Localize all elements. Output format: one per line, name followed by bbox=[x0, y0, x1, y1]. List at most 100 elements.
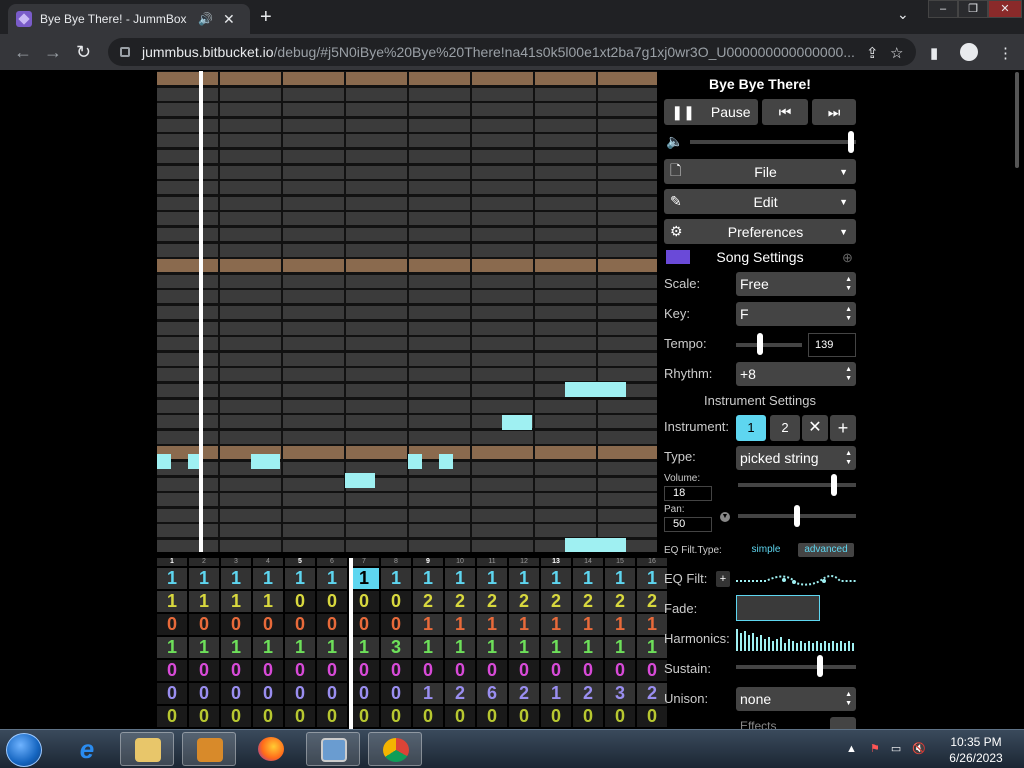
grid-cell[interactable] bbox=[535, 103, 596, 117]
harmonic-bar[interactable] bbox=[736, 629, 738, 651]
grid-cell[interactable] bbox=[346, 259, 407, 273]
volume-input[interactable]: 18 bbox=[664, 486, 712, 501]
grid-cell[interactable] bbox=[157, 243, 218, 257]
grid-cell[interactable] bbox=[346, 212, 407, 226]
grid-cell[interactable] bbox=[598, 321, 657, 335]
harmonic-bar[interactable] bbox=[836, 643, 838, 651]
grid-cell[interactable] bbox=[598, 72, 657, 85]
side-panel-icon[interactable]: ▮ bbox=[930, 44, 938, 62]
harmonic-bar[interactable] bbox=[792, 641, 794, 651]
pattern-cell[interactable]: 0 bbox=[253, 660, 283, 681]
pattern-cell[interactable]: 1 bbox=[605, 568, 635, 589]
clock-time[interactable]: 10:35 PM bbox=[946, 735, 1006, 749]
pattern-cell[interactable]: 0 bbox=[317, 706, 347, 727]
pattern-cell[interactable]: 0 bbox=[349, 614, 379, 635]
eq-add-icon[interactable]: + bbox=[716, 571, 730, 587]
grid-cell[interactable] bbox=[283, 118, 344, 132]
grid-cell[interactable] bbox=[283, 274, 344, 288]
pause-button[interactable]: ❚❚ Pause bbox=[664, 99, 758, 125]
grid-cell[interactable] bbox=[220, 196, 281, 210]
pattern-cell[interactable]: 0 bbox=[317, 591, 347, 612]
grid-cell[interactable] bbox=[409, 415, 470, 429]
fade-envelope-graph[interactable] bbox=[736, 595, 820, 621]
pattern-cell[interactable]: 0 bbox=[285, 683, 315, 704]
grid-cell[interactable] bbox=[535, 290, 596, 304]
grid-cell[interactable] bbox=[535, 243, 596, 257]
grid-cell[interactable] bbox=[535, 352, 596, 366]
harmonic-bar[interactable] bbox=[744, 631, 746, 651]
grid-cell[interactable] bbox=[535, 212, 596, 226]
grid-cell[interactable] bbox=[157, 212, 218, 226]
harmonic-bar[interactable] bbox=[820, 643, 822, 651]
grid-cell[interactable] bbox=[157, 196, 218, 210]
grid-cell[interactable] bbox=[220, 368, 281, 382]
grid-cell[interactable] bbox=[220, 243, 281, 257]
grid-cell[interactable] bbox=[535, 399, 596, 413]
grid-cell[interactable] bbox=[220, 399, 281, 413]
note[interactable] bbox=[565, 538, 626, 552]
next-bar-button[interactable]: ⏭ bbox=[812, 99, 856, 125]
firefox-taskbar-button[interactable] bbox=[244, 732, 298, 766]
tempo-input[interactable]: 139 bbox=[808, 333, 856, 357]
grid-cell[interactable] bbox=[157, 352, 218, 366]
grid-cell[interactable] bbox=[472, 118, 533, 132]
pattern-cell[interactable]: 0 bbox=[317, 614, 347, 635]
harmonic-bar[interactable] bbox=[776, 639, 778, 651]
start-button[interactable] bbox=[6, 733, 42, 767]
pattern-cell[interactable]: 1 bbox=[477, 568, 507, 589]
pattern-cell[interactable]: 1 bbox=[157, 637, 187, 658]
grid-cell[interactable] bbox=[409, 72, 470, 85]
pattern-cell[interactable]: 0 bbox=[157, 660, 187, 681]
grid-cell[interactable] bbox=[409, 306, 470, 319]
pattern-cell[interactable]: 1 bbox=[605, 637, 635, 658]
grid-cell[interactable] bbox=[409, 384, 470, 397]
grid-cell[interactable] bbox=[346, 181, 407, 195]
pattern-cell[interactable]: 0 bbox=[413, 706, 443, 727]
harmonic-bar[interactable] bbox=[756, 637, 758, 651]
grid-cell[interactable] bbox=[472, 87, 533, 101]
grid-cell[interactable] bbox=[283, 306, 344, 319]
bar-number[interactable]: 9 bbox=[413, 558, 443, 566]
grid-cell[interactable] bbox=[346, 524, 407, 538]
grid-cell[interactable] bbox=[220, 415, 281, 429]
grid-cell[interactable] bbox=[220, 103, 281, 117]
grid-cell[interactable] bbox=[409, 274, 470, 288]
grid-cell[interactable] bbox=[157, 259, 218, 273]
grid-cell[interactable] bbox=[409, 118, 470, 132]
grid-cell[interactable] bbox=[409, 134, 470, 148]
harmonic-bar[interactable] bbox=[828, 643, 830, 651]
grid-cell[interactable] bbox=[157, 165, 218, 179]
pattern-cell[interactable]: 1 bbox=[349, 637, 379, 658]
grid-cell[interactable] bbox=[535, 118, 596, 132]
pattern-cell[interactable]: 1 bbox=[221, 637, 251, 658]
master-volume-thumb[interactable] bbox=[848, 131, 855, 153]
pattern-cell[interactable]: 0 bbox=[317, 660, 347, 681]
harmonic-bar[interactable] bbox=[840, 641, 842, 651]
grid-cell[interactable] bbox=[220, 181, 281, 195]
grid-cell[interactable] bbox=[220, 150, 281, 163]
bar-number-ruler[interactable]: 1 2 3 4 5 6 7 8 9 10 11 12 13 14 15 16 bbox=[157, 558, 667, 567]
grid-cell[interactable] bbox=[598, 493, 657, 507]
pattern-cell[interactable]: 2 bbox=[541, 591, 571, 612]
grid-cell[interactable] bbox=[157, 508, 218, 522]
grid-cell[interactable] bbox=[283, 337, 344, 351]
pattern-cell[interactable]: 0 bbox=[157, 614, 187, 635]
grid-cell[interactable] bbox=[472, 196, 533, 210]
pattern-cell[interactable]: 1 bbox=[573, 614, 603, 635]
pattern-cell[interactable]: 0 bbox=[253, 614, 283, 635]
grid-cell[interactable] bbox=[283, 493, 344, 507]
pattern-cell[interactable]: 1 bbox=[317, 568, 347, 589]
grid-cell[interactable] bbox=[220, 274, 281, 288]
note[interactable] bbox=[345, 473, 375, 488]
grid-cell[interactable] bbox=[535, 446, 596, 460]
pattern-cell[interactable]: 0 bbox=[221, 614, 251, 635]
bar-number[interactable]: 4 bbox=[253, 558, 283, 566]
pattern-cell[interactable]: 3 bbox=[605, 683, 635, 704]
restore-window-button[interactable]: ❐ bbox=[958, 0, 988, 18]
harmonic-bar[interactable] bbox=[848, 641, 850, 651]
internet-explorer-taskbar-button[interactable]: e bbox=[60, 732, 114, 766]
grid-cell[interactable] bbox=[409, 477, 470, 491]
grid-cell[interactable] bbox=[535, 430, 596, 444]
grid-cell[interactable] bbox=[283, 165, 344, 179]
grid-cell[interactable] bbox=[346, 508, 407, 522]
